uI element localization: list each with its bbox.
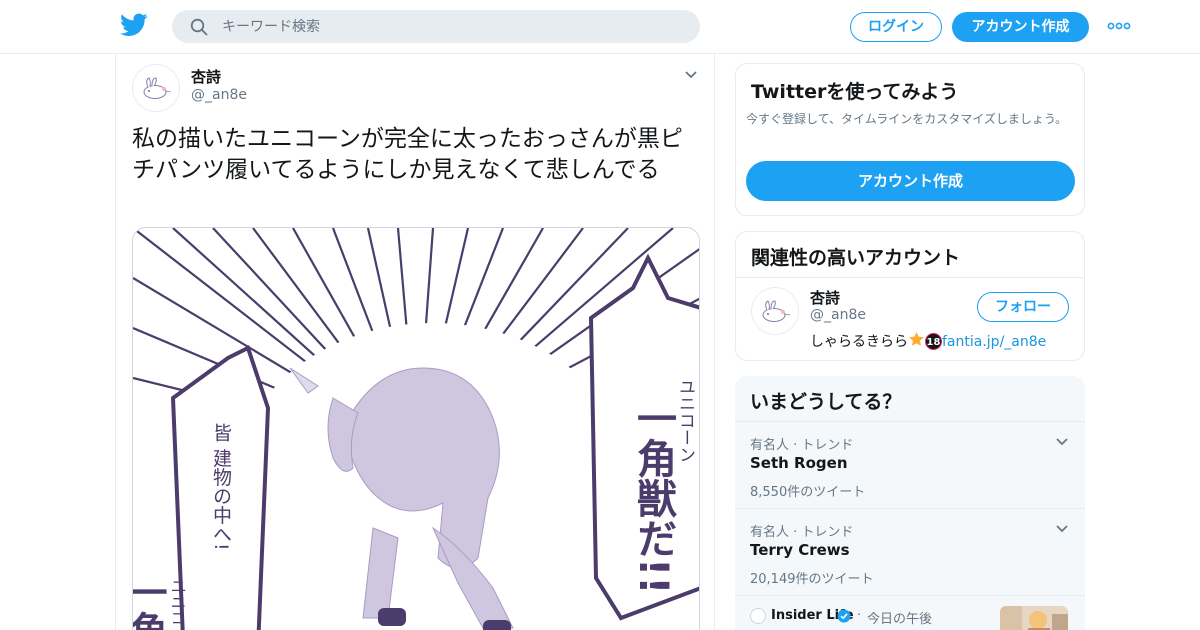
trend-count: 20,149件のツイート — [750, 572, 874, 587]
search-icon — [190, 18, 208, 36]
related-accounts-title: 関連性の高いアカウント — [751, 247, 961, 269]
trends-title: いまどうしてる？ — [750, 391, 902, 413]
trend-count: 8,550件のツイート — [750, 485, 866, 500]
trend-item[interactable]: 有名人 · トレンド Seth Rogen 8,550件のツイート — [735, 421, 1085, 508]
news-thumbnail-image — [1000, 606, 1068, 630]
separator-dot: · — [857, 608, 862, 623]
account-bio-link[interactable]: fantia.jp/_an8e — [942, 334, 1046, 350]
bubble-left-bottom-small-text: ユニコ — [168, 578, 187, 626]
star-emoji-icon — [909, 332, 924, 346]
search-input[interactable] — [222, 10, 682, 43]
account-bio: しゃらるきらら 18 fantia.jp/_an8e — [810, 331, 1046, 351]
author-name[interactable]: 杏詩 — [191, 66, 221, 87]
trend-name[interactable]: Seth Rogen — [750, 454, 848, 472]
rabbit-avatar-icon — [143, 77, 172, 99]
avatar[interactable] — [132, 64, 180, 112]
signup-card-title: Twitterを使ってみよう — [751, 81, 959, 103]
trend-category: 有名人 · トレンド — [750, 525, 854, 540]
tweet-text: 私の描いたユニコーンが完全に太ったおっさんが黒ピチパンツ履いてるようにしか見えな… — [132, 126, 683, 183]
trends-card: いまどうしてる？ 有名人 · トレンド Seth Rogen 8,550件のツイ… — [735, 376, 1085, 630]
avatar[interactable] — [751, 287, 799, 335]
login-button[interactable]: ログイン — [850, 12, 942, 42]
more-dots-icon[interactable] — [1106, 18, 1132, 34]
divider — [736, 277, 1084, 278]
trend-category: 有名人 · トレンド — [750, 438, 854, 453]
signup-card: Twitterを使ってみよう 今すぐ登録して、タイムラインをカスタマイズしましょ… — [735, 63, 1085, 216]
bubble-right-small-text: ユニコーン — [675, 378, 695, 463]
twitter-bird-icon[interactable] — [120, 13, 148, 37]
chevron-down-icon[interactable] — [1055, 437, 1069, 447]
signup-card-subtitle: 今すぐ登録して、タイムラインをカスタマイズしましょう。 — [746, 112, 1068, 126]
trend-name[interactable]: Terry Crews — [750, 541, 850, 559]
news-source-icon — [750, 608, 766, 624]
account-name[interactable]: 杏詩 — [810, 287, 840, 308]
search-bar[interactable] — [172, 10, 700, 43]
news-thumbnail[interactable] — [1000, 606, 1068, 630]
rabbit-avatar-icon — [762, 300, 791, 322]
tweet-card: 杏詩 @_an8e 私の描いたユニコーンが完全に太ったおっさんが黒ピチパンツ履い… — [115, 54, 715, 630]
news-time: 今日の午後 — [867, 612, 933, 627]
bubble-left-text: 皆 建物の中へ! — [210, 423, 232, 551]
signup-card-button[interactable]: アカウント作成 — [746, 161, 1075, 201]
signup-button[interactable]: アカウント作成 — [952, 12, 1089, 42]
related-accounts-card: 関連性の高いアカウント 杏詩 @_an8e しゃらるきらら 18 fantia.jp… — [735, 231, 1085, 361]
trend-item[interactable]: 有名人 · トレンド Terry Crews 20,149件のツイート — [735, 508, 1085, 595]
bubble-right-large-text: 一角獣だ!! — [630, 398, 677, 594]
account-bio-text: しゃらるきらら — [810, 334, 908, 350]
chevron-down-icon[interactable] — [684, 70, 698, 80]
chevron-down-icon[interactable] — [1055, 524, 1069, 534]
account-handle[interactable]: @_an8e — [810, 307, 866, 323]
manga-illustration: 一角獣だ!! ユニコーン 皆 建物の中へ! 一角 ユニコ — [133, 228, 699, 630]
verified-badge-icon — [837, 609, 851, 623]
bubble-left-bottom-large-text: 一角 — [133, 573, 167, 630]
r18-badge: 18 — [925, 333, 942, 350]
follow-button[interactable]: フォロー — [977, 292, 1069, 322]
author-handle[interactable]: @_an8e — [191, 87, 247, 103]
top-navigation-bar: ログイン アカウント作成 — [0, 0, 1200, 54]
news-item[interactable]: Insider Life · 今日の午後 — [735, 595, 1085, 630]
tweet-image[interactable]: 一角獣だ!! ユニコーン 皆 建物の中へ! 一角 ユニコ — [132, 227, 700, 630]
